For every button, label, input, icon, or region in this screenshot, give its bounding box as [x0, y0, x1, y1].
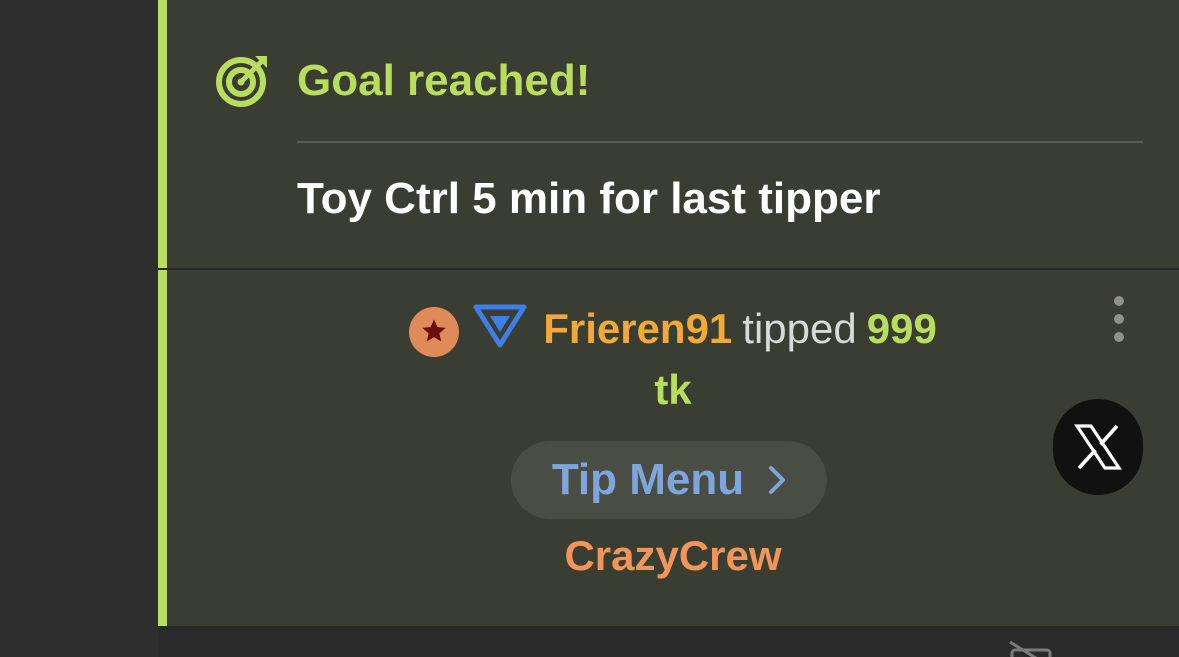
source-name[interactable]: CrazyCrew: [167, 532, 1179, 580]
divider: [297, 141, 1143, 143]
star-badge-icon: [409, 306, 460, 357]
more-options-button[interactable]: [1110, 296, 1128, 348]
no-video-icon[interactable]: [1008, 640, 1056, 657]
goal-description: Toy Ctrl 5 min for last tipper: [297, 174, 881, 223]
target-icon: [216, 56, 267, 107]
tip-amount: 999: [866, 305, 937, 352]
chevron-right-icon: [769, 466, 786, 494]
triangle-rank-icon: [473, 304, 527, 359]
goal-title: Goal reached!: [297, 56, 591, 105]
left-gutter: [0, 0, 158, 657]
x-logo-icon: [1074, 424, 1122, 470]
x-share-button[interactable]: [1053, 399, 1143, 495]
tip-menu-button[interactable]: Tip Menu: [511, 441, 827, 519]
tip-line: Frieren91 tipped 999: [167, 304, 1179, 357]
tip-message: Frieren91 tipped 999 tk Tip Menu CrazyCrew: [158, 270, 1179, 626]
username[interactable]: Frieren91: [543, 305, 732, 352]
chat-feed: Goal reached! Toy Ctrl 5 min for last ti…: [158, 0, 1179, 626]
bottom-bar: [158, 626, 1179, 657]
more-vertical-icon: [1114, 296, 1124, 306]
tip-unit: tk: [654, 366, 692, 413]
tip-menu-label: Tip Menu: [551, 455, 745, 504]
tip-action-text: tipped: [742, 305, 857, 352]
goal-reached-message: Goal reached! Toy Ctrl 5 min for last ti…: [158, 0, 1179, 268]
